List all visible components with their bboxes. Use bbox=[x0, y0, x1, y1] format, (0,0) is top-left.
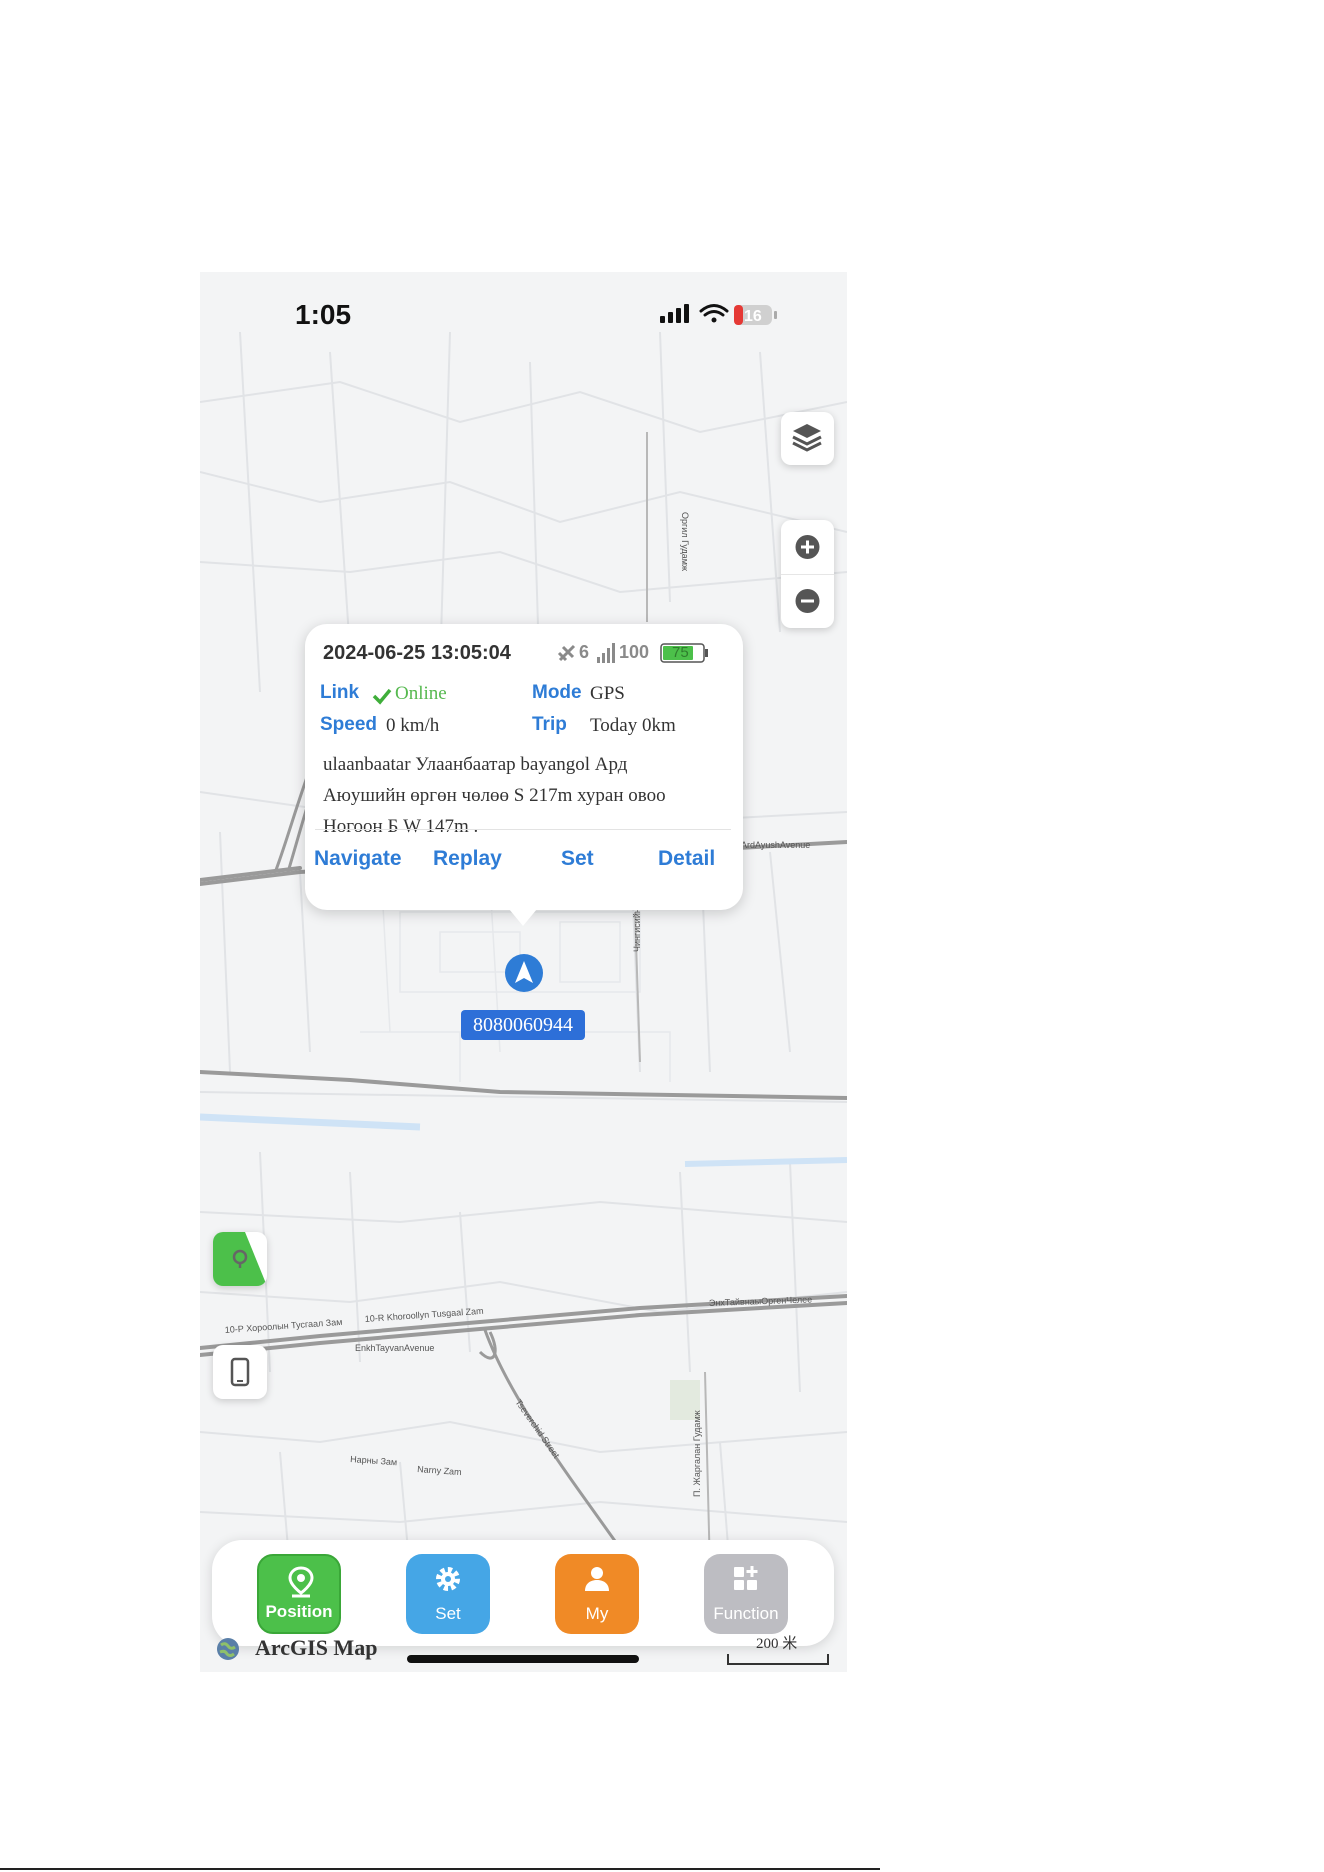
zoom-controls bbox=[781, 520, 834, 628]
popup-datetime: 2024-06-25 13:05:04 bbox=[323, 642, 511, 664]
grid-plus-icon bbox=[734, 1566, 758, 1590]
phone-icon bbox=[230, 1357, 250, 1387]
zoom-out-button[interactable] bbox=[781, 574, 834, 628]
globe-icon bbox=[217, 1638, 239, 1660]
tab-my-label: My bbox=[585, 1604, 609, 1623]
device-id-label[interactable]: 8080060944 bbox=[461, 1010, 585, 1040]
popup-divider bbox=[315, 829, 731, 830]
trip-value: Today 0km bbox=[590, 715, 676, 736]
phone-screen: ArdAyushAvenue EnkhTayvanAvenue 10-Р Хор… bbox=[200, 272, 847, 1672]
cellular-signal-icon bbox=[660, 304, 689, 323]
scale-label: 200 米 bbox=[756, 1636, 798, 1652]
mode-label: Mode bbox=[532, 682, 582, 703]
tab-position-label: Position bbox=[265, 1602, 333, 1621]
page-bottom-rule bbox=[0, 1868, 880, 1870]
location-toggle-icon bbox=[213, 1232, 267, 1286]
zoom-in-button[interactable] bbox=[781, 520, 834, 575]
tab-position[interactable]: Position bbox=[257, 1554, 341, 1634]
address-line-1: ulaanbaatar Улаанбаатар bayangol Ард bbox=[323, 754, 628, 775]
device-list-button[interactable] bbox=[213, 1345, 267, 1399]
tab-set-label: Set bbox=[435, 1604, 461, 1623]
popup-battery-value: 75 bbox=[672, 644, 689, 661]
vehicle-marker[interactable] bbox=[505, 954, 543, 992]
address-line-2: Аюушийн өргөн чөлөө S 217m хуран овоо bbox=[323, 785, 666, 806]
speed-label: Speed bbox=[320, 714, 378, 735]
set-button[interactable]: Set bbox=[561, 847, 594, 871]
map-canvas[interactable]: ArdAyushAvenue EnkhTayvanAvenue 10-Р Хор… bbox=[200, 272, 847, 1672]
map-label-chinggis: Чингисийн bbox=[632, 908, 642, 952]
check-icon bbox=[372, 688, 392, 705]
zoom-in-icon bbox=[795, 535, 820, 559]
detail-button[interactable]: Detail bbox=[658, 847, 715, 871]
popup-battery: 75 bbox=[660, 643, 710, 663]
tab-function[interactable]: Function bbox=[704, 1554, 788, 1634]
layers-icon bbox=[792, 424, 822, 452]
tab-my[interactable]: My bbox=[555, 1554, 639, 1634]
bottom-tab-bar: Position Set My Function bbox=[212, 1540, 834, 1646]
popup-signal: 100 bbox=[619, 642, 650, 662]
signal-icon bbox=[597, 643, 615, 663]
popup-satellites: 6 bbox=[579, 642, 590, 662]
person-icon bbox=[585, 1567, 609, 1591]
link-value: Online bbox=[395, 683, 447, 704]
satellite-icon bbox=[557, 644, 576, 662]
map-label-orgil: Оргил Гудамж bbox=[680, 512, 690, 571]
zoom-out-icon bbox=[795, 589, 820, 613]
wifi-icon bbox=[699, 304, 729, 323]
map-label-enkh-tayvan: EnkhTayvanAvenue bbox=[355, 1343, 434, 1353]
link-label: Link bbox=[320, 682, 360, 703]
status-icons: 16 bbox=[658, 300, 808, 330]
layers-button[interactable] bbox=[781, 412, 834, 465]
status-time: 1:05 bbox=[295, 299, 352, 330]
track-toggle-button[interactable] bbox=[213, 1232, 267, 1286]
home-indicator bbox=[407, 1655, 639, 1663]
speed-value: 0 km/h bbox=[386, 715, 440, 736]
map-label-ard-ayush: ArdAyushAvenue bbox=[741, 840, 810, 850]
device-info-popup: 2024-06-25 13:05:04 6 100 75 Link Online… bbox=[305, 624, 743, 926]
replay-button[interactable]: Replay bbox=[433, 847, 502, 871]
address-line-3: Ногоон Б W 147m . bbox=[323, 816, 479, 837]
gear-icon bbox=[436, 1567, 460, 1591]
map-provider-label: ArcGIS Map bbox=[255, 1635, 378, 1660]
status-battery-value: 16 bbox=[744, 308, 762, 325]
location-pin-icon bbox=[288, 1566, 314, 1598]
tab-set[interactable]: Set bbox=[406, 1554, 490, 1634]
mode-value: GPS bbox=[590, 683, 625, 704]
map-label-zhargalan: П. Жаргалан Гудамж bbox=[692, 1410, 702, 1497]
scale-bar bbox=[727, 1654, 829, 1665]
navigate-button[interactable]: Navigate bbox=[314, 847, 402, 871]
tab-function-label: Function bbox=[713, 1604, 779, 1623]
trip-label: Trip bbox=[532, 714, 567, 735]
